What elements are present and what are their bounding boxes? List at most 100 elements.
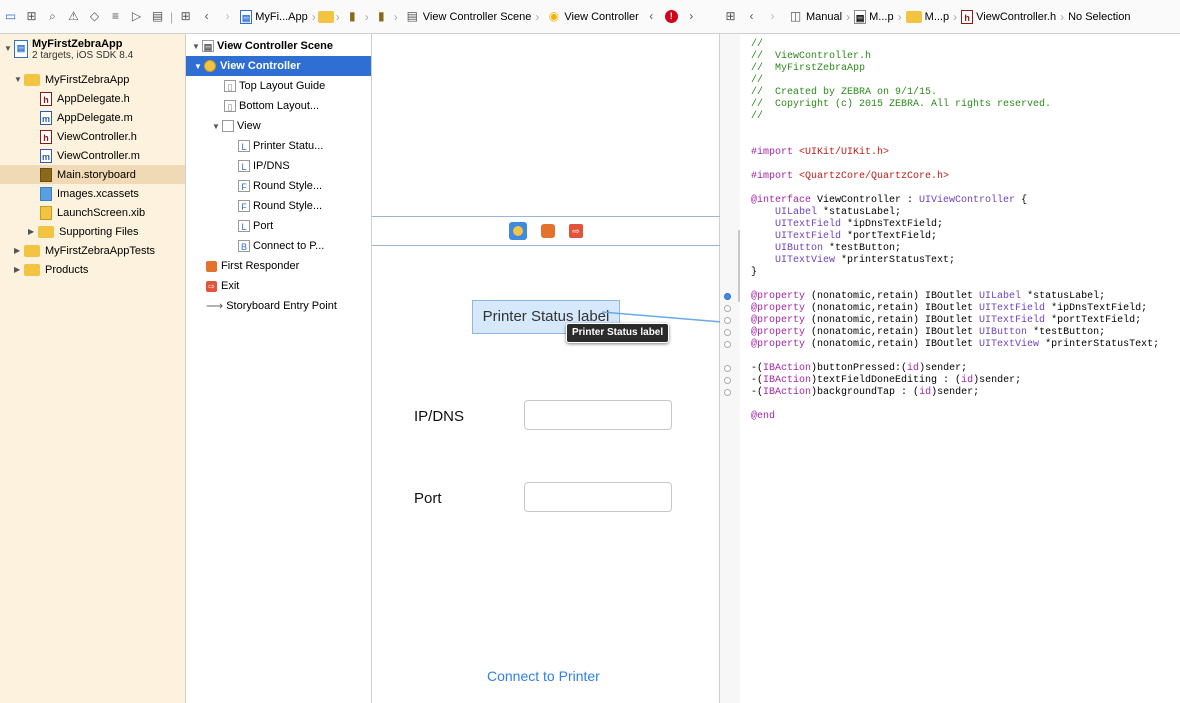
code-editor[interactable]: //// ViewController.h// MyFirstZebraApp /… (740, 34, 1180, 703)
outline-item[interactable]: F Round Style... (186, 196, 371, 216)
button-icon: B (238, 240, 253, 252)
port-textfield[interactable] (524, 482, 672, 512)
storyboard-file-icon[interactable]: ▮ (345, 9, 360, 24)
outline-item[interactable]: ⟶ Storyboard Entry Point (186, 296, 371, 316)
storyboard-file-icon[interactable]: ▮ (374, 9, 389, 24)
outlet-dot-icon[interactable] (724, 365, 731, 372)
connection-tooltip: Printer Status label (566, 323, 670, 343)
outline-item[interactable]: ▯ Top Layout Guide (186, 76, 371, 96)
crumb-view-controller[interactable]: ◉ View Controller (543, 9, 639, 24)
navigator-item[interactable]: ▶ MyFirstZebraAppTests (0, 241, 185, 260)
outline-item[interactable]: L Printer Statu... (186, 136, 371, 156)
connect-to-printer-button[interactable]: Connect to Printer (487, 668, 600, 684)
debug-navigator-icon[interactable]: ≡ (108, 9, 123, 24)
navigator-item[interactable]: LaunchScreen.xib (0, 203, 185, 222)
disclosure-open-icon[interactable]: ▼ (4, 44, 14, 53)
related-items-icon[interactable]: ⊞ (723, 9, 738, 24)
outline-item[interactable]: ▼ View (186, 116, 371, 136)
project-navigator-icon[interactable]: ▭ (3, 9, 18, 24)
outlet-dot-icon[interactable] (724, 305, 731, 312)
exit-icon[interactable]: ⇨ (569, 224, 583, 238)
crumb-manual[interactable]: ◫ Manual (785, 9, 842, 24)
report-navigator-icon[interactable]: ▤ (150, 9, 165, 24)
code-token: <UIKit/UIKit.h> (799, 147, 890, 158)
crumb-project[interactable]: ▤ M...p (854, 9, 894, 24)
disclosure-open-icon[interactable]: ▼ (192, 42, 202, 51)
outline-item[interactable]: ⇨ Exit (186, 276, 371, 296)
disclosure-closed-icon[interactable]: ▶ (14, 246, 24, 255)
crumb-project[interactable]: ▤ MyFi...App (240, 9, 308, 24)
code-line: } (751, 267, 1180, 279)
crumb-file[interactable]: h ViewController.h (961, 9, 1056, 24)
outlet-dot-icon[interactable] (724, 377, 731, 384)
connected-outlet-dot-icon[interactable] (724, 293, 731, 300)
code-token: -( (751, 363, 764, 374)
error-icon[interactable]: ! (664, 10, 678, 23)
outlet-dot-icon[interactable] (724, 389, 731, 396)
view-controller-icon[interactable] (509, 222, 527, 240)
navigator-item[interactable]: ▶ Products (0, 260, 185, 279)
outlet-dot-icon[interactable] (724, 329, 731, 336)
outlet-dot-icon[interactable] (724, 317, 731, 324)
navigator-item[interactable]: ▼ MyFirstZebraApp (0, 70, 185, 89)
chevron-right-icon: › (364, 9, 369, 24)
storyboard-canvas[interactable]: ⇨ Printer Status label Printer Status la… (372, 34, 723, 703)
layout-guide-icon: ▯ (224, 100, 239, 112)
outlet-dot-icon[interactable] (724, 341, 731, 348)
code-token: UITextField (979, 315, 1046, 326)
code-token: )backgroundTap : ( (811, 387, 920, 398)
outline-item[interactable]: B Connect to P... (186, 236, 371, 256)
related-items-icon[interactable]: ⊞ (178, 9, 193, 24)
navigator-item[interactable]: Main.storyboard (0, 165, 185, 184)
project-navigator: ▼ ▤ MyFirstZebraApp 2 targets, iOS SDK 8… (0, 34, 186, 703)
outline-item[interactable]: L IP/DNS (186, 156, 371, 176)
navigator-list: ▼ MyFirstZebraApp h AppDelegate.h m AppDelega… (0, 70, 185, 279)
find-navigator-icon[interactable]: ⌕ (45, 9, 60, 24)
outline-scene-row[interactable]: ▼ ▤ View Controller Scene (186, 36, 371, 56)
disclosure-open-icon[interactable]: ▼ (14, 75, 24, 84)
navigator-item[interactable]: Images.xcassets (0, 184, 185, 203)
disclosure-open-icon[interactable]: ▼ (194, 62, 204, 71)
project-root[interactable]: ▼ ▤ MyFirstZebraApp 2 targets, iOS SDK 8… (0, 34, 185, 70)
forward-icon[interactable]: › (220, 9, 235, 24)
navigator-item[interactable]: h ViewController.h (0, 127, 185, 146)
next-issue-icon[interactable]: › (684, 9, 699, 24)
first-responder-icon[interactable] (541, 224, 555, 238)
crumb-view-controller-label: View Controller (564, 10, 639, 23)
test-navigator-icon[interactable]: ◇ (87, 9, 102, 24)
breakpoint-navigator-icon[interactable]: ▷ (129, 9, 144, 24)
back-icon[interactable]: ‹ (744, 9, 759, 24)
folder-icon (24, 263, 40, 276)
symbol-navigator-icon[interactable]: ⊞ (24, 9, 39, 24)
code-line: @property (nonatomic,retain) IBOutlet UI… (751, 339, 1180, 351)
navigator-item[interactable]: m ViewController.m (0, 146, 185, 165)
disclosure-closed-icon[interactable]: ▶ (28, 227, 38, 236)
outline-item-label: Round Style... (253, 200, 323, 212)
forward-icon[interactable]: › (765, 9, 780, 24)
implementation-file-icon: m (40, 148, 52, 163)
crumb-scene[interactable]: ▤ View Controller Scene (402, 9, 532, 24)
folder-icon[interactable] (317, 10, 334, 23)
issue-navigator-icon[interactable]: ⚠ (66, 9, 81, 24)
disclosure-closed-icon[interactable]: ▶ (14, 265, 24, 274)
ip-dns-textfield[interactable] (524, 400, 672, 430)
disclosure-open-icon[interactable]: ▼ (212, 122, 222, 131)
crumb-folder[interactable]: M...p (905, 10, 949, 23)
outline-item[interactable]: ▯ Bottom Layout... (186, 96, 371, 116)
code-token: { (1015, 195, 1028, 206)
navigator-item[interactable]: h AppDelegate.h (0, 89, 185, 108)
back-icon[interactable]: ‹ (199, 9, 214, 24)
outline-item[interactable]: ▼ View Controller (186, 56, 371, 76)
navigator-item[interactable]: m AppDelegate.m (0, 108, 185, 127)
outline-item[interactable]: L Port (186, 216, 371, 236)
previous-issue-icon[interactable]: ‹ (644, 9, 659, 24)
navigator-item[interactable]: ▶ Supporting Files (0, 222, 185, 241)
outline-item[interactable]: F Round Style... (186, 176, 371, 196)
code-line: // MyFirstZebraApp (751, 63, 1180, 75)
outline-item-label: IP/DNS (253, 160, 290, 172)
crumb-selection[interactable]: No Selection (1068, 11, 1130, 23)
ip-dns-label: IP/DNS (414, 408, 465, 425)
outline-item[interactable]: First Responder (186, 256, 371, 276)
